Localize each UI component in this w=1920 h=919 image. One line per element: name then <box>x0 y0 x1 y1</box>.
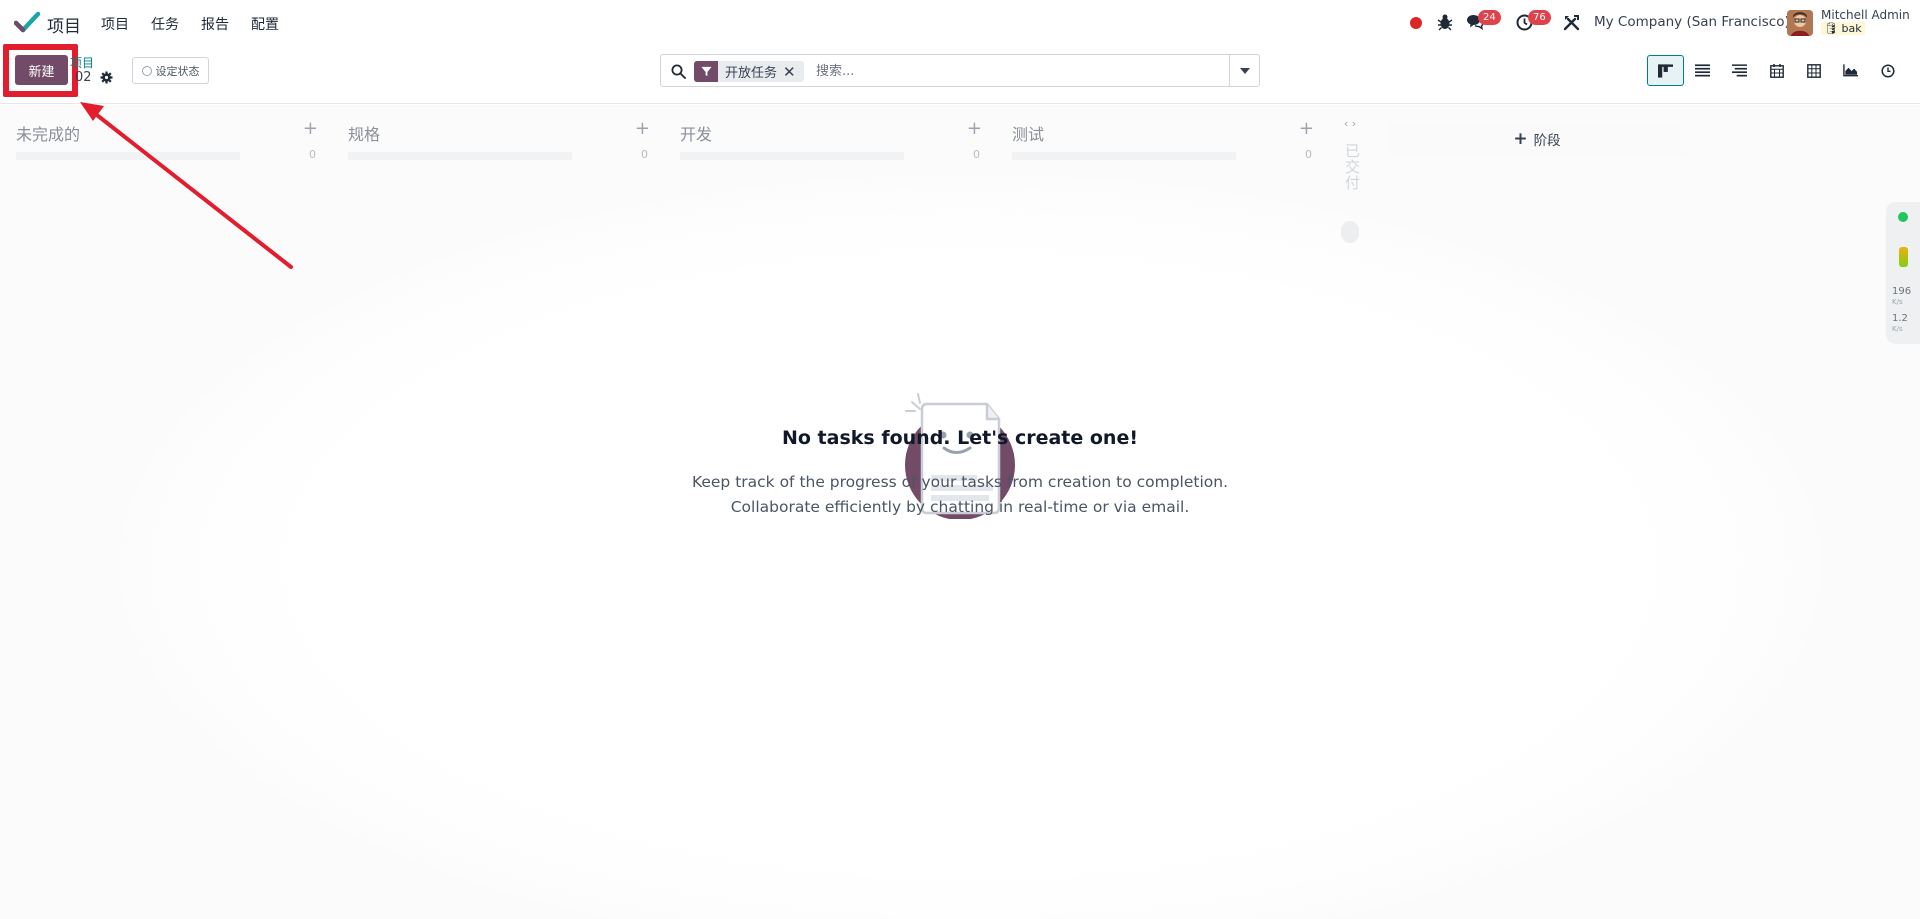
list-icon <box>1695 64 1710 77</box>
kanban-column: 规格 + 0 <box>332 105 650 165</box>
menu-item-configuration[interactable]: 配置 <box>251 14 279 34</box>
calendar-view-button[interactable] <box>1758 55 1795 86</box>
unfold-arrows-icon[interactable]: ‹ › <box>1339 117 1361 130</box>
column-progress-bar <box>16 152 240 160</box>
database-tag: 🛢 bak <box>1821 22 1865 35</box>
facet-remove-icon[interactable]: ✕ <box>783 63 804 81</box>
new-button[interactable]: 新建 <box>15 55 68 85</box>
column-progress-bar <box>1012 152 1236 160</box>
kanban-column: 未完成的 + 0 <box>0 105 318 165</box>
column-quick-create-icon[interactable]: + <box>1299 118 1314 139</box>
activity-view-button[interactable] <box>1869 55 1906 86</box>
menu-item-reporting[interactable]: 报告 <box>201 14 229 34</box>
upload-speed: 196 K/s <box>1892 287 1911 307</box>
empty-state-backdrop <box>120 175 1820 919</box>
database-icon: 🛢 <box>1824 22 1838 35</box>
usage-gauge-icon <box>1899 247 1908 267</box>
connection-status-icon <box>1898 212 1908 222</box>
column-count: 0 <box>309 148 316 161</box>
kanban-view-button[interactable] <box>1647 55 1684 86</box>
download-speed: 1.2 K/s <box>1892 314 1908 334</box>
menu-item-projects[interactable]: 项目 <box>101 14 129 34</box>
facet-label: 开放任务 <box>725 66 778 81</box>
pivot-view-button[interactable] <box>1795 55 1832 86</box>
folded-column-count <box>1341 221 1359 243</box>
column-quick-create-icon[interactable]: + <box>967 118 982 139</box>
upload-value: 196 <box>1892 286 1912 297</box>
search-facet-open-tasks: 开放任务 ✕ <box>694 61 804 82</box>
search-options-toggle[interactable] <box>1229 55 1259 86</box>
upload-unit: K/s <box>1892 298 1903 306</box>
control-panel: 新建 项目 02 设定状态 开放任务 ✕ <box>0 44 1920 104</box>
breadcrumb[interactable]: 项目 <box>70 54 94 71</box>
graph-view-button[interactable] <box>1832 55 1869 86</box>
set-status-button[interactable]: 设定状态 <box>132 57 209 84</box>
kanban-column: 开发 + 0 <box>664 105 982 165</box>
main-menu: 项目 任务 报告 配置 <box>101 14 279 34</box>
gantt-icon <box>1732 64 1747 77</box>
current-record-name: 02 <box>75 70 92 85</box>
download-unit: K/s <box>1892 325 1903 333</box>
search-bar: 开放任务 ✕ <box>660 54 1260 87</box>
folded-column-title: 已交付 <box>1343 143 1361 191</box>
set-status-label: 设定状态 <box>155 64 200 78</box>
gantt-view-button[interactable] <box>1721 55 1758 86</box>
search-input[interactable] <box>816 61 1236 82</box>
kanban-column: 测试 + 0 <box>996 105 1314 165</box>
area-chart-icon <box>1843 64 1858 77</box>
top-navbar: 项目 项目 任务 报告 配置 24 76 My Company (San Fra… <box>0 0 1920 46</box>
filter-icon <box>694 61 718 82</box>
calendar-icon <box>1769 63 1784 78</box>
debug-bug-icon[interactable] <box>1437 13 1453 31</box>
plus-icon: + <box>1513 128 1528 149</box>
pivot-table-icon <box>1806 63 1821 78</box>
folded-column-delivered[interactable]: ‹ › 已交付 <box>1339 117 1361 247</box>
network-speed-widget[interactable]: 196 K/s 1.2 K/s <box>1886 202 1920 344</box>
column-quick-create-icon[interactable]: + <box>303 118 318 139</box>
column-count: 0 <box>973 148 980 161</box>
column-quick-create-icon[interactable]: + <box>635 118 650 139</box>
gear-icon[interactable] <box>100 71 113 84</box>
caret-down-icon <box>1239 67 1250 74</box>
column-progress-bar <box>680 152 904 160</box>
user-name[interactable]: Mitchell Admin <box>1821 8 1910 22</box>
column-count: 0 <box>1305 148 1312 161</box>
menu-item-tasks[interactable]: 任务 <box>151 14 179 34</box>
empty-state-line: Collaborate efficiently by chatting in r… <box>730 498 1190 516</box>
developer-tools-icon[interactable] <box>1563 14 1580 31</box>
kanban-icon <box>1658 63 1673 78</box>
search-icon <box>671 64 686 79</box>
empty-state-description: Keep track of the progress of your tasks… <box>0 470 1920 520</box>
column-title[interactable]: 未完成的 <box>16 121 80 145</box>
empty-state-title: No tasks found. Let's create one! <box>781 427 1139 449</box>
add-stage-button[interactable]: + 阶段 <box>1387 122 1687 155</box>
project-app-logo[interactable] <box>14 11 40 33</box>
activity-clock-view-icon <box>1880 63 1895 78</box>
activity-count-badge: 76 <box>1528 10 1551 25</box>
user-portrait-icon <box>1787 10 1813 36</box>
recording-indicator-icon[interactable] <box>1410 17 1422 29</box>
app-name[interactable]: 项目 <box>47 12 81 37</box>
add-stage-label: 阶段 <box>1533 132 1561 149</box>
company-switcher[interactable]: My Company (San Francisco) <box>1594 14 1790 30</box>
column-title[interactable]: 测试 <box>1012 121 1044 145</box>
database-name: bak <box>1841 22 1862 35</box>
messages-count-badge: 24 <box>1478 10 1501 25</box>
column-progress-bar <box>348 152 572 160</box>
column-count: 0 <box>641 148 648 161</box>
empty-state-line: Keep track of the progress of your tasks… <box>691 473 1229 491</box>
list-view-button[interactable] <box>1684 55 1721 86</box>
user-avatar[interactable] <box>1787 10 1813 36</box>
download-value: 1.2 <box>1892 313 1908 324</box>
status-circle-icon <box>141 65 152 76</box>
column-title[interactable]: 开发 <box>680 121 712 145</box>
view-switcher <box>1647 55 1906 86</box>
column-title[interactable]: 规格 <box>348 121 380 145</box>
